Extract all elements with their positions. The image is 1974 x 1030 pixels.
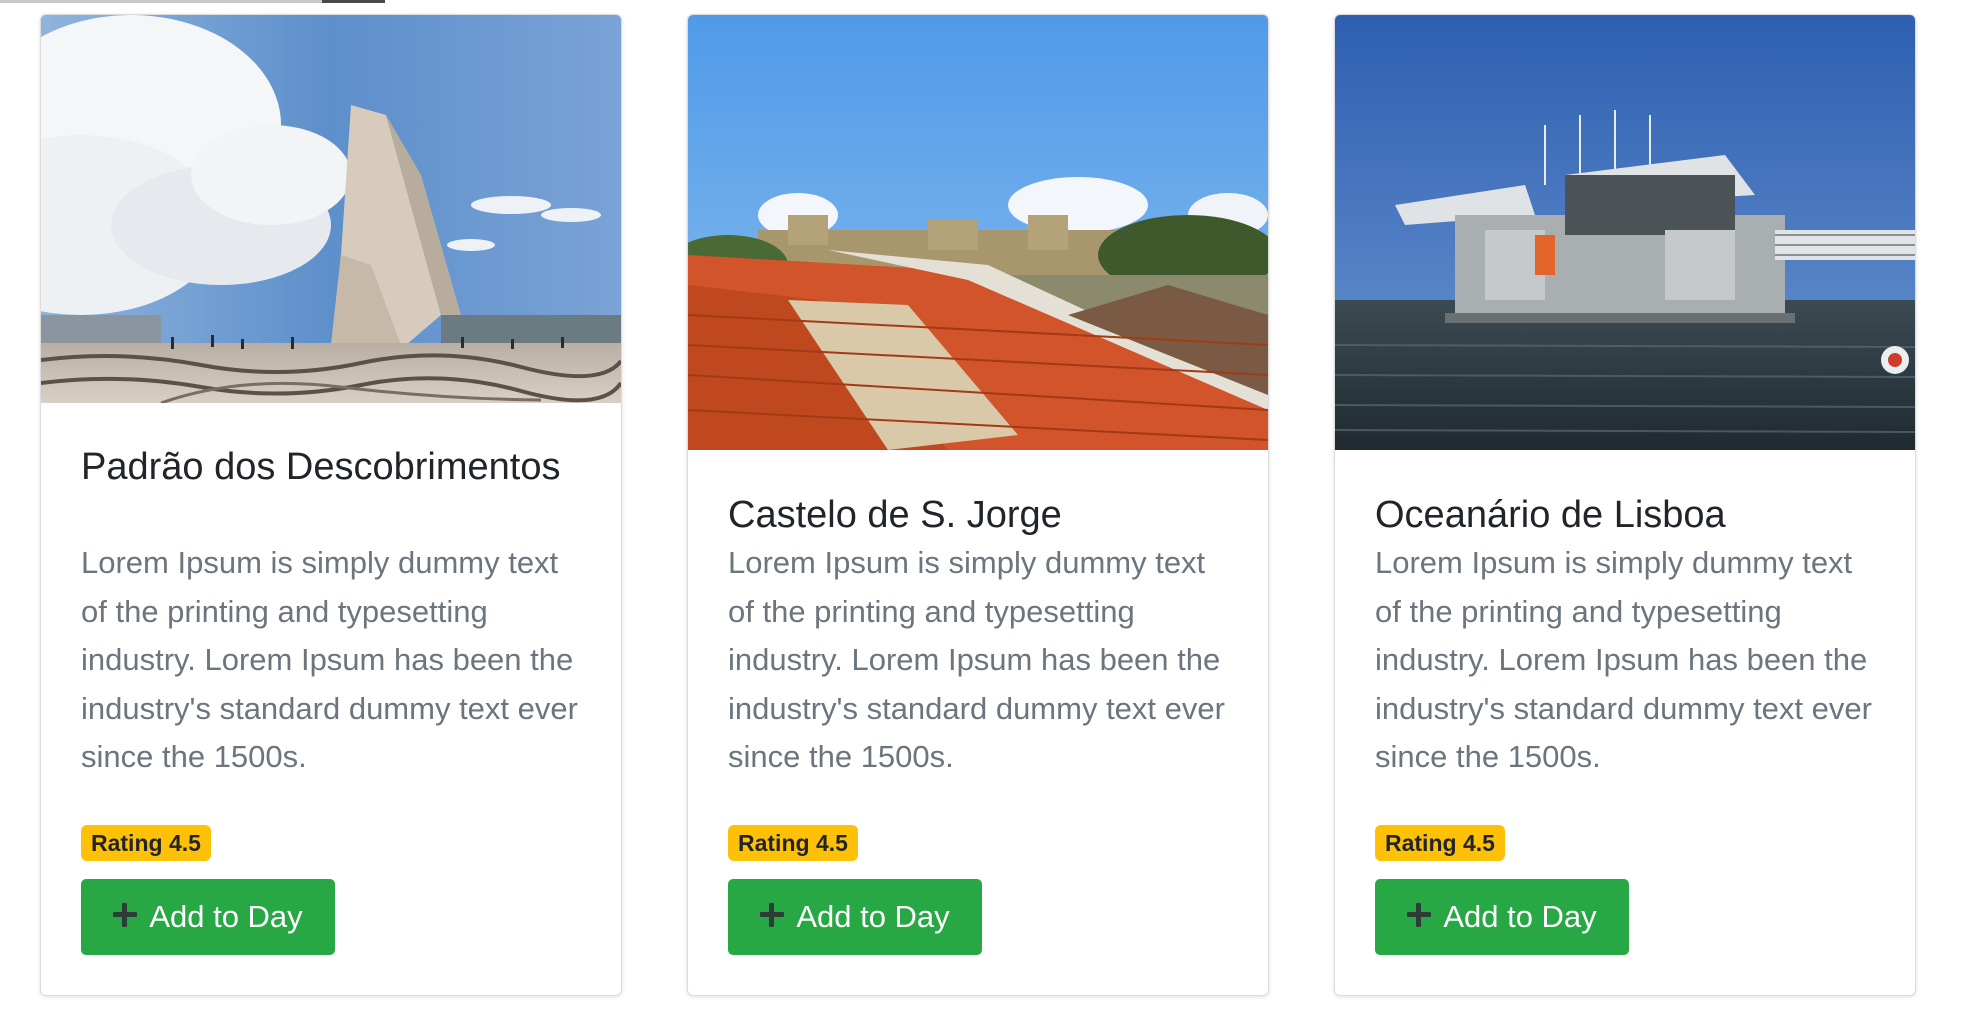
- card-image-oceanario: [1335, 15, 1915, 450]
- rating-badge: Rating 4.5: [728, 825, 858, 861]
- card-description: Lorem Ipsum is simply dummy text of the …: [1375, 545, 1872, 774]
- add-to-day-button[interactable]: Add to Day: [1375, 879, 1629, 955]
- card-image-castelo: [688, 15, 1268, 450]
- add-to-day-button[interactable]: Add to Day: [81, 879, 335, 955]
- rating-badge: Rating 4.5: [81, 825, 211, 861]
- rating-badge: Rating 4.5: [1375, 825, 1505, 861]
- card-title: Padrão dos Descobrimentos: [81, 446, 561, 488]
- top-scrollbar-thumb[interactable]: [322, 0, 385, 3]
- page: Padrão dos Descobrimentos Lorem Ipsum is…: [0, 0, 1974, 1030]
- plus-icon: [760, 903, 785, 927]
- card-description: Lorem Ipsum is simply dummy text of the …: [728, 545, 1225, 774]
- add-to-day-label: Add to Day: [1443, 899, 1597, 934]
- add-to-day-label: Add to Day: [149, 899, 303, 934]
- card-title: Castelo de S. Jorge: [728, 494, 1062, 536]
- card-title: Oceanário de Lisboa: [1375, 494, 1726, 536]
- attraction-card: Padrão dos Descobrimentos Lorem Ipsum is…: [40, 14, 622, 996]
- add-to-day-label: Add to Day: [796, 899, 950, 934]
- attraction-card: Castelo de S. Jorge Lorem Ipsum is simpl…: [687, 14, 1269, 996]
- plus-icon: [113, 903, 138, 927]
- attraction-card: Oceanário de Lisboa Lorem Ipsum is simpl…: [1334, 14, 1916, 996]
- plus-icon: [1407, 903, 1432, 927]
- add-to-day-button[interactable]: Add to Day: [728, 879, 982, 955]
- card-description: Lorem Ipsum is simply dummy text of the …: [81, 545, 578, 774]
- card-image-padrao: [41, 15, 621, 403]
